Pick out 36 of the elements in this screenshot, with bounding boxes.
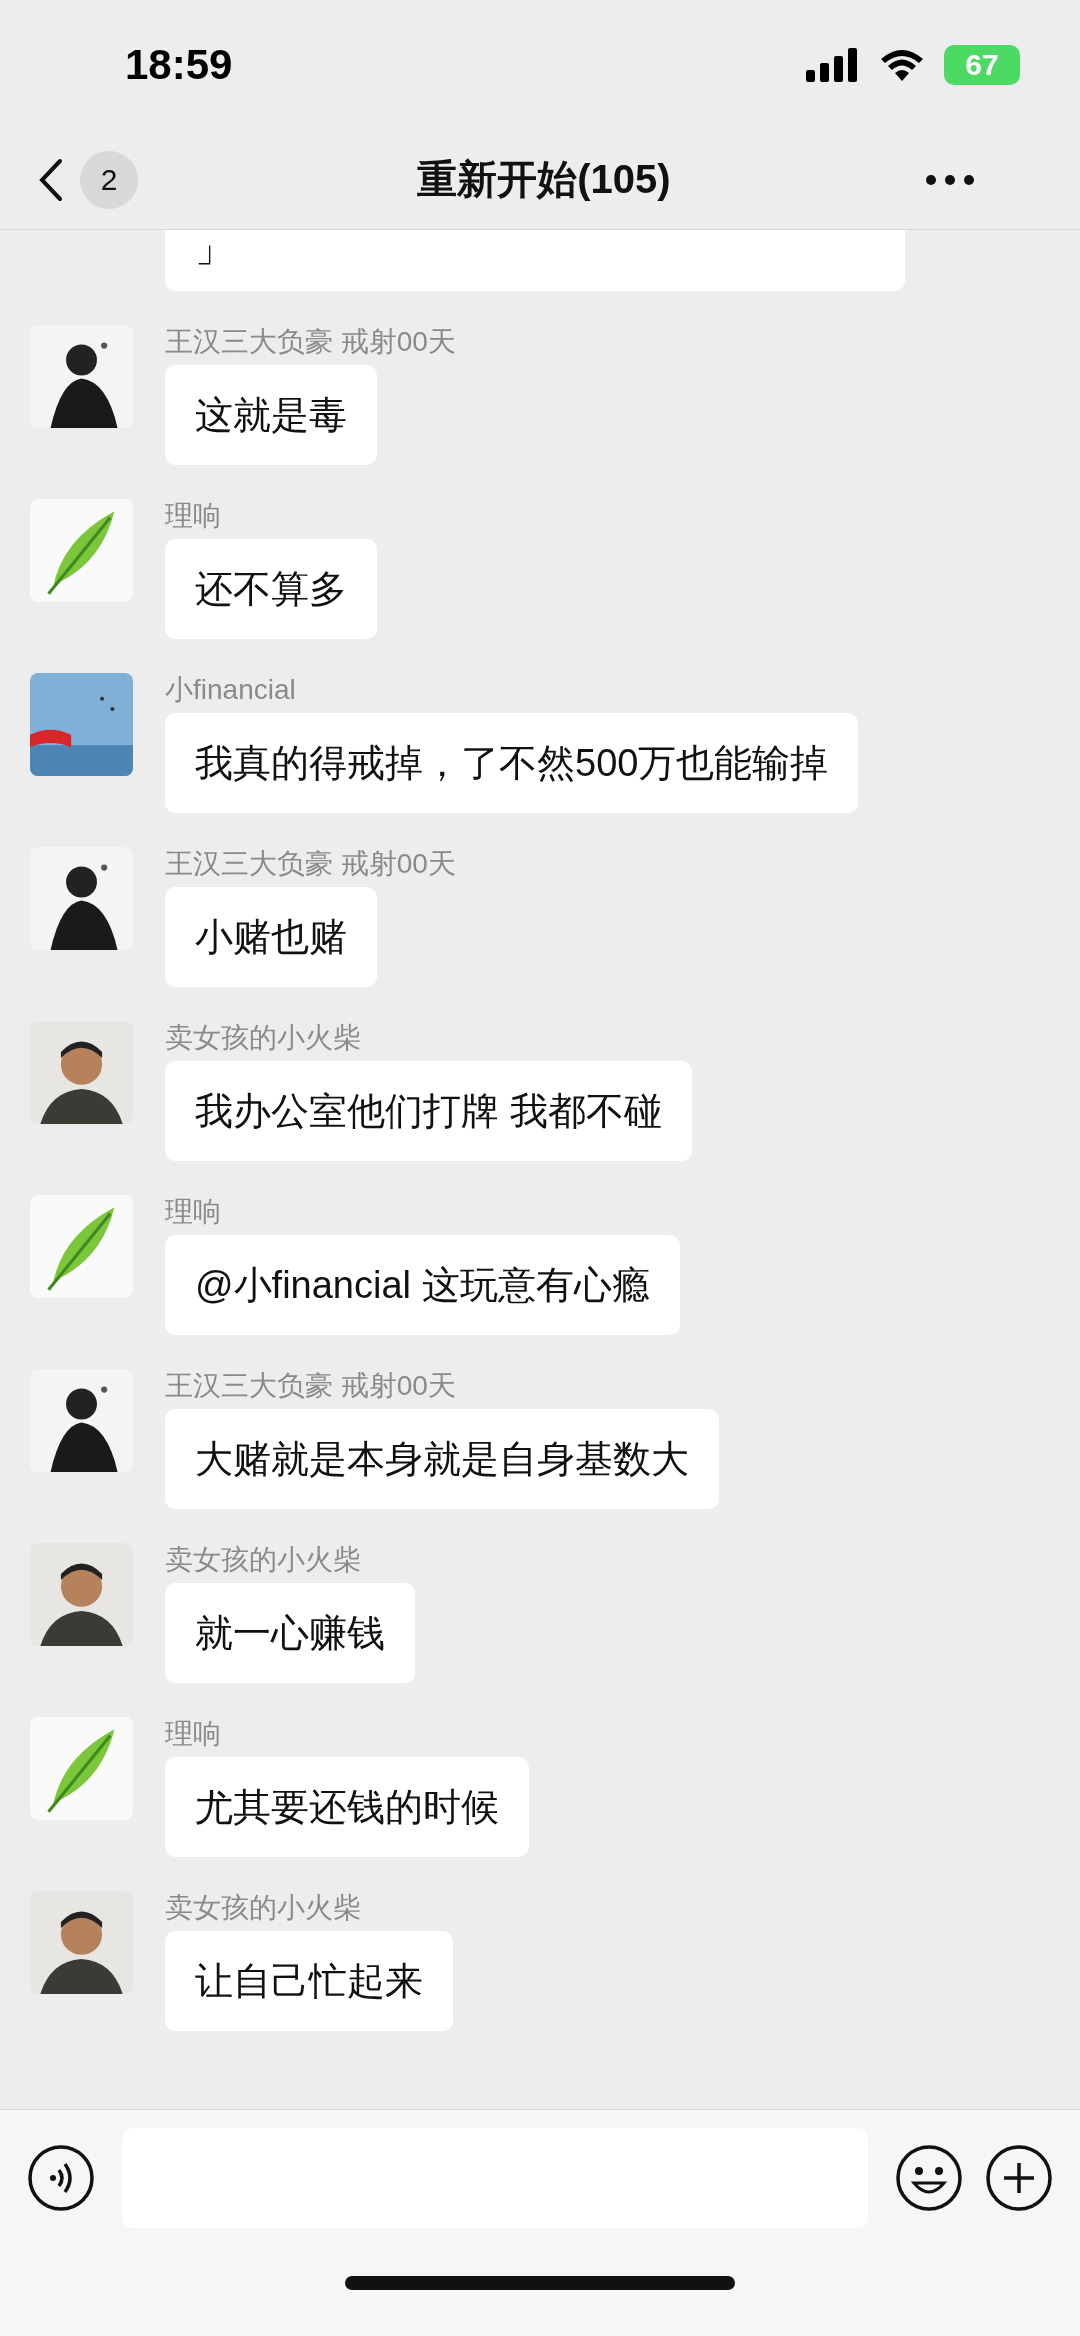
battery-icon: 67 <box>944 45 1020 85</box>
sender-name: 理响 <box>165 499 221 533</box>
unread-count: 2 <box>80 150 138 209</box>
plus-icon[interactable] <box>984 2143 1054 2213</box>
message-bubble: 让自己忙起来 <box>165 1931 453 2031</box>
voice-icon[interactable] <box>26 2143 96 2213</box>
sender-name: 王汉三大负豪 戒射00天 <box>165 847 456 881</box>
avatar[interactable] <box>30 1543 133 1646</box>
sender-name: 理响 <box>165 1717 221 1751</box>
sender-name: 卖女孩的小火柴 <box>165 1021 361 1055</box>
avatar[interactable] <box>30 1891 133 1994</box>
sender-name: 理响 <box>165 1195 221 1229</box>
message-bubble: 」 <box>165 230 905 291</box>
avatar[interactable] <box>30 1021 133 1124</box>
sender-name: 小financial <box>165 673 296 707</box>
signal-icon <box>806 48 860 82</box>
avatar[interactable] <box>30 325 133 428</box>
avatar[interactable] <box>30 847 133 950</box>
message-bubble: 这就是毒 <box>165 365 377 465</box>
message-bubble: 就一心赚钱 <box>165 1583 415 1683</box>
emoji-icon[interactable] <box>894 2143 964 2213</box>
sender-name: 王汉三大负豪 戒射00天 <box>165 325 456 359</box>
message-bubble: 小赌也赌 <box>165 887 377 987</box>
message-bubble: 大赌就是本身就是自身基数大 <box>165 1409 719 1509</box>
sender-name: 卖女孩的小火柴 <box>165 1891 361 1925</box>
avatar[interactable] <box>30 1369 133 1472</box>
message-bubble: @小financial 这玩意有心瘾 <box>165 1235 680 1335</box>
status-time: 18:59 <box>125 41 233 89</box>
sender-name: 王汉三大负豪 戒射00天 <box>165 1369 456 1403</box>
sender-name: 卖女孩的小火柴 <box>165 1543 361 1577</box>
back-button[interactable] <box>38 157 64 202</box>
chat-title: 重新开始(105) <box>417 156 671 203</box>
message-bubble: 我办公室他们打牌 我都不碰 <box>165 1061 692 1161</box>
message-bubble: 我真的得戒掉，了不然500万也能输掉 <box>165 713 859 813</box>
message-bubble: 尤其要还钱的时候 <box>165 1757 529 1857</box>
message-bubble: 还不算多 <box>165 539 377 639</box>
